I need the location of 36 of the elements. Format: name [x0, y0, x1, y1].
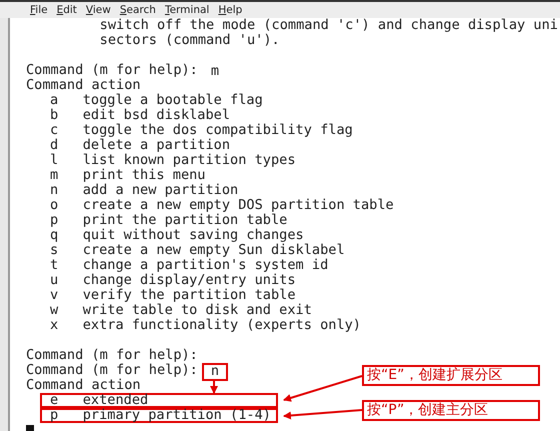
menu-item[interactable]: Terminal — [164, 4, 210, 16]
menu-option-line: c toggle the dos compatibility flag — [49, 123, 353, 138]
command-prompt: Command (m for help): — [26, 362, 198, 378]
menu-option-line: s create a new empty Sun disklabel — [49, 243, 345, 258]
callout-label: 按“E”，创建扩展分区 — [362, 365, 540, 386]
menu-option-line: x extra functionality (experts only) — [49, 318, 361, 333]
menu-item[interactable]: Edit — [56, 4, 77, 16]
menu-item[interactable]: Search — [120, 4, 156, 16]
menu-option-line: o create a new empty DOS partition table — [49, 198, 394, 213]
menu-option-line: u change display/entry units — [49, 273, 296, 288]
menu-option-line: w write table to disk and exit — [49, 303, 312, 318]
menu-option-line: q quit without saving changes — [49, 228, 304, 243]
terminal-line: Command action — [26, 77, 141, 93]
callout-label: 按“P”，创建主分区 — [362, 400, 540, 421]
menu-option-line: e extended — [40, 393, 278, 408]
menu-option-line: p print the partition table — [49, 213, 288, 228]
command-prompt: Command (m for help): — [26, 347, 198, 363]
terminal-line: Command action — [26, 377, 141, 393]
menu-option-line: a toggle a bootable flag — [49, 93, 264, 108]
menu-option-line: b edit bsd disklabel — [49, 108, 232, 123]
menu-option-line: d delete a partition — [49, 138, 232, 153]
terminal-line: switch off the mode (command 'c') and change display uni — [98, 18, 558, 33]
terminal-line: sectors (command 'u'). — [98, 32, 280, 48]
menu-option-line: n add a new partition — [49, 183, 239, 198]
menu-option-line: m print this menu — [49, 168, 206, 183]
typed-command: n — [202, 363, 228, 381]
menu-option-line: t change a partition's system id — [49, 258, 328, 273]
menu-item[interactable]: File — [30, 4, 48, 16]
menu-item[interactable]: Help — [218, 4, 242, 16]
arrow — [210, 380, 218, 394]
command-prompt: Command (m for help): — [26, 62, 198, 78]
menu-option-line: p primary partition (1-4) — [40, 408, 278, 423]
typed-command: m — [210, 63, 220, 81]
menu-item[interactable]: View — [86, 4, 111, 16]
menu-option-line: v verify the partition table — [49, 288, 296, 303]
menu-option-line: l list known partition types — [49, 153, 296, 168]
